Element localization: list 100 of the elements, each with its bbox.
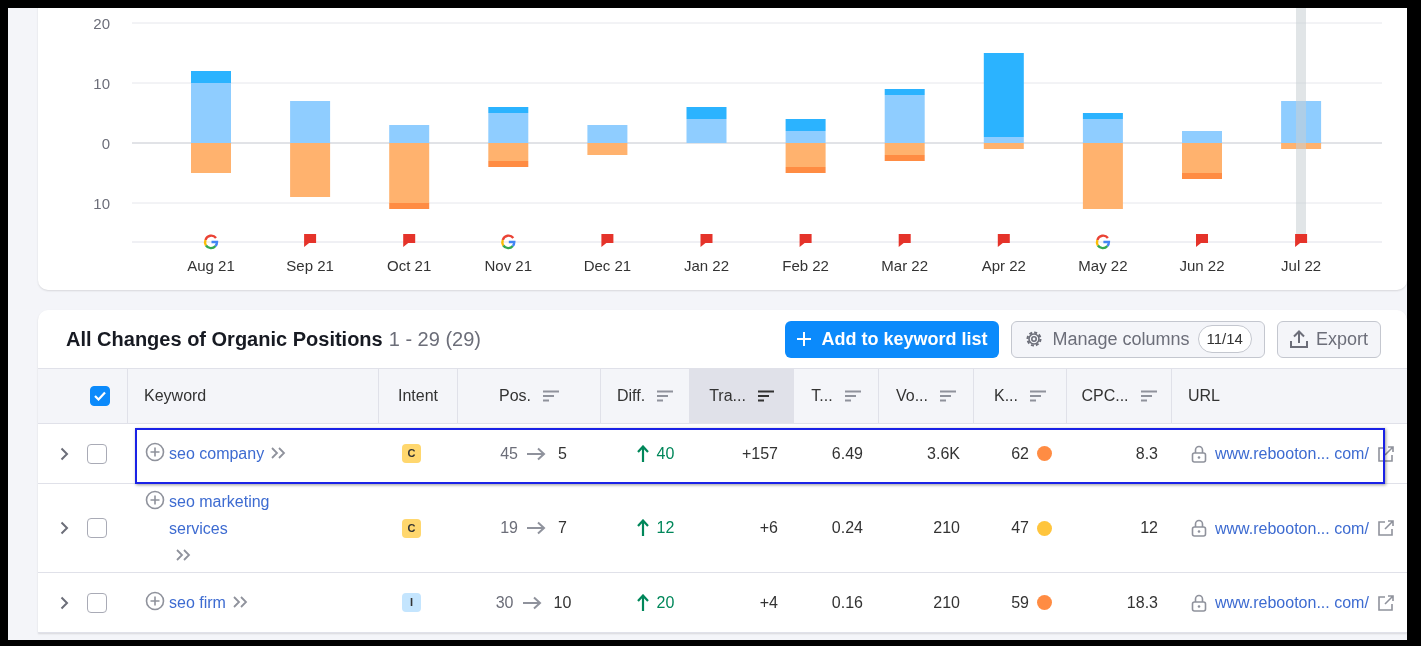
axis-label: Mar 22 [881, 257, 929, 274]
up-arrow-icon [636, 444, 649, 463]
right-arrow-icon [525, 521, 546, 535]
row-checkbox[interactable] [87, 518, 107, 538]
up-arrow-icon [636, 519, 649, 537]
row-checkbox[interactable] [87, 443, 107, 464]
flag-icon[interactable] [403, 234, 416, 247]
expand-chevron-icon [60, 595, 69, 610]
chart-bar [290, 101, 331, 143]
checkmark-icon [93, 391, 106, 401]
cpc-value: 12 [1140, 518, 1158, 538]
difficulty-value: 59 [1011, 592, 1029, 613]
flag-icon[interactable] [304, 234, 317, 247]
traffic-value: +157 [741, 443, 778, 464]
axis-label: Jun 22 [1179, 257, 1225, 274]
traffic-value: +4 [759, 592, 778, 613]
axis-label: Jul 22 [1281, 257, 1322, 274]
column-header: Keyword [128, 368, 379, 424]
traffic-share-value: 0.16 [831, 592, 863, 613]
axis-label: Sep 21 [286, 257, 334, 274]
cpc-value: 18.3 [1126, 592, 1158, 613]
sort-icon [543, 390, 559, 402]
external-link-icon [1376, 444, 1395, 463]
traffic-share-value: 0.24 [831, 518, 863, 538]
sort-icon [940, 390, 956, 402]
axis-label: Feb 22 [782, 257, 829, 274]
traffic-value: +6 [759, 518, 778, 538]
column-header[interactable]: Pos. [458, 368, 601, 424]
lock-icon [1191, 519, 1207, 537]
position-difference: 20 [656, 592, 675, 613]
column-header[interactable]: T... [794, 368, 879, 424]
sort-icon [1140, 390, 1157, 402]
sort-icon [1030, 390, 1046, 402]
upload-icon [1289, 330, 1308, 348]
intent-badge: C [402, 444, 421, 463]
flag-icon[interactable] [700, 234, 713, 247]
external-link-icon [1376, 593, 1395, 612]
url-link[interactable]: www.rebooton... com/ [1215, 589, 1369, 616]
google-icon[interactable] [203, 234, 219, 250]
double-chevron-icon [174, 547, 192, 562]
flag-icon[interactable] [997, 234, 1010, 247]
cpc-value: 8.3 [1135, 443, 1158, 464]
position-to: 5 [557, 443, 567, 464]
double-chevron-icon [269, 446, 288, 460]
column-header[interactable]: K... [974, 368, 1067, 424]
axis-label: 10 [93, 195, 110, 212]
double-chevron-icon [230, 595, 249, 609]
flag-icon[interactable] [898, 234, 911, 247]
result-range: 1 - 29 (29) [388, 327, 481, 352]
difficulty-value: 47 [1011, 518, 1029, 538]
google-icon[interactable] [501, 234, 516, 250]
row-checkbox[interactable] [87, 592, 107, 613]
position-to: 7 [557, 518, 567, 538]
column-header: URL [1172, 368, 1407, 424]
traffic-share-value: 6.49 [831, 443, 863, 464]
keyword-link[interactable]: seo marketing services [169, 487, 287, 542]
flag-icon[interactable] [799, 234, 812, 247]
position-from: 30 [495, 592, 514, 613]
column-header[interactable]: Vo... [879, 368, 974, 424]
position-from: 45 [500, 443, 518, 464]
flag-icon[interactable] [1196, 234, 1208, 247]
axis-label: 10 [93, 75, 110, 92]
add-circle-icon [145, 489, 165, 510]
right-arrow-icon [521, 595, 542, 610]
column-header: Intent [379, 368, 458, 424]
flag-icon[interactable] [601, 234, 614, 247]
keyword-link[interactable]: seo firm [169, 589, 226, 616]
url-link[interactable]: www.rebooton... com/ [1215, 440, 1369, 467]
expand-chevron-icon [60, 521, 69, 535]
select-all-checkbox[interactable] [89, 386, 110, 406]
axis-label: 0 [101, 135, 110, 152]
column-count: 11/14 [1197, 324, 1252, 354]
intent-badge: C [402, 518, 421, 538]
sort-icon [757, 390, 774, 402]
volume-value: 3.6K [927, 443, 960, 464]
axis-label: Oct 21 [387, 257, 432, 274]
difficulty-value: 62 [1011, 443, 1029, 464]
position-to: 10 [553, 592, 572, 613]
position-difference: 40 [656, 443, 675, 464]
position-from: 19 [500, 518, 518, 538]
url-link[interactable]: www.rebooton... com/ [1215, 514, 1369, 542]
sort-icon [657, 390, 674, 402]
expand-chevron-icon [60, 446, 69, 461]
export-button[interactable]: Export [1276, 320, 1381, 358]
manage-columns-button[interactable]: Manage columns 11/14 [1011, 320, 1265, 358]
axis-label: Aug 21 [187, 257, 235, 274]
plus-icon [797, 332, 812, 346]
google-icon[interactable] [1095, 234, 1111, 250]
lock-icon [1191, 593, 1207, 612]
axis-label: Apr 22 [981, 257, 1026, 274]
column-header[interactable]: Tra... [690, 368, 794, 424]
external-link-icon [1376, 519, 1395, 537]
chart-bar [290, 143, 331, 197]
keyword-link[interactable]: seo company [169, 440, 265, 467]
position-difference: 12 [656, 518, 675, 538]
volume-value: 210 [933, 592, 960, 613]
axis-label: Jan 22 [684, 257, 729, 274]
right-arrow-icon [525, 446, 546, 461]
column-header[interactable]: Diff. [601, 368, 690, 424]
column-header[interactable]: CPC... [1067, 368, 1172, 424]
